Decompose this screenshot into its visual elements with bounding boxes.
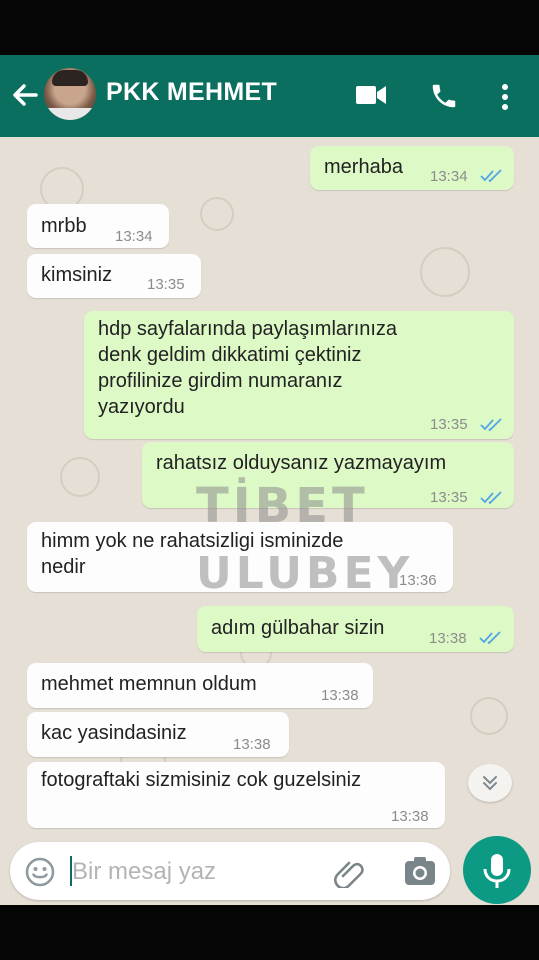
incoming-message[interactable]: mrbb 13:34 [27,204,169,248]
outgoing-message[interactable]: merhaba 13:34 [310,146,514,190]
message-text: kimsiniz [41,264,113,286]
message-time: 13:35 [430,489,468,506]
read-receipt-icon [480,164,504,190]
message-text: mehmet memnun oldum [41,673,257,695]
mic-button[interactable] [463,836,531,904]
phone-icon[interactable] [428,81,460,116]
message-time: 13:35 [430,416,468,433]
incoming-message[interactable]: kac yasindasiniz 13:38 [27,712,289,757]
emoji-icon[interactable] [24,856,56,893]
contact-name[interactable]: PKK MEHMET [106,78,277,107]
message-text: adım gülbahar sizin [211,617,385,639]
outgoing-message[interactable]: hdp sayfalarında paylaşımlarınıza denk g… [84,311,514,439]
message-time: 13:35 [147,276,185,293]
message-time: 13:38 [429,630,467,647]
message-time: 13:38 [233,736,271,753]
message-time: 13:34 [115,228,153,245]
navigation-bar-area [0,905,539,960]
video-call-icon[interactable] [354,81,388,114]
message-input[interactable]: Bir mesaj yaz [72,858,216,886]
outgoing-message[interactable]: adım gülbahar sizin 13:38 [197,606,514,652]
message-text: kac yasindasiniz [41,722,187,744]
chevron-down-icon [483,776,497,791]
message-text: mrbb [41,215,87,237]
read-receipt-icon [480,413,504,439]
status-bar-area [0,0,539,55]
chat-header: PKK MEHMET [0,55,539,137]
message-text: rahatsız olduysanız yazmayayım [156,452,447,474]
more-vert-icon[interactable] [500,83,510,116]
message-text: hdp sayfalarında paylaşımlarınıza denk g… [98,318,398,418]
incoming-message[interactable]: kimsiniz 13:35 [27,254,201,298]
back-arrow-icon[interactable] [10,77,40,113]
scroll-down-button[interactable] [468,764,512,802]
incoming-message[interactable]: fotograftaki sizmisiniz cok guzelsiniz 1… [27,762,445,828]
message-time: 13:34 [430,168,468,185]
incoming-message[interactable]: mehmet memnun oldum 13:38 [27,663,373,708]
message-time: 13:38 [391,808,429,825]
watermark-line1: TİBET [196,478,369,534]
read-receipt-icon [480,486,504,512]
avatar[interactable] [44,68,96,120]
mic-icon [483,854,511,888]
message-time: 13:38 [321,687,359,704]
message-text: merhaba [324,156,403,178]
read-receipt-icon [479,626,503,652]
message-text: fotograftaki sizmisiniz cok guzelsiniz [41,769,362,791]
camera-icon[interactable] [403,855,437,892]
attach-icon[interactable] [334,856,368,893]
watermark-line2: ULUBEY [196,548,414,599]
